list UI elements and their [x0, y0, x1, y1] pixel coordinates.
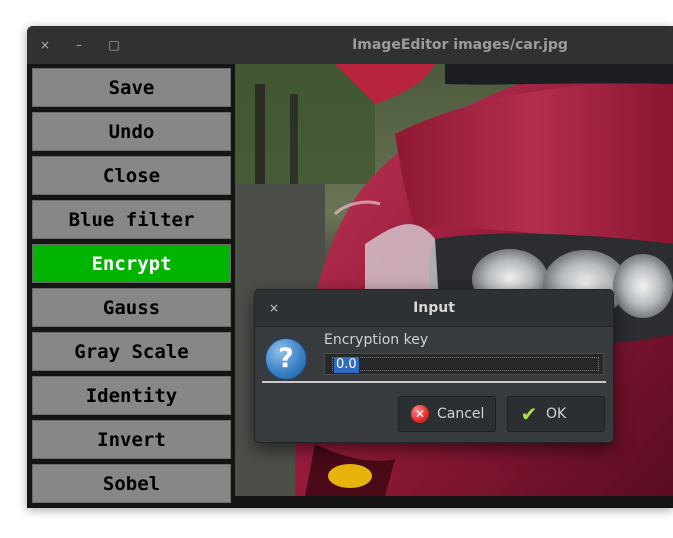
- input-focus-ring: [332, 357, 599, 371]
- cancel-label: Cancel: [437, 406, 485, 422]
- window-title: ImageEditor images/car.jpg: [352, 37, 568, 53]
- sobel-button[interactable]: Sobel: [32, 464, 231, 503]
- sidebar: Save Undo Close Blue filter Encrypt Gaus…: [27, 64, 235, 508]
- encrypt-button[interactable]: Encrypt: [32, 244, 231, 283]
- invert-button[interactable]: Invert: [32, 420, 231, 459]
- blue-filter-button[interactable]: Blue filter: [32, 200, 231, 239]
- save-button[interactable]: Save: [32, 68, 231, 107]
- input-dialog: × Input ? Encryption key 0.0 ✕ Cancel ✔ …: [254, 289, 614, 443]
- dialog-separator: [262, 381, 606, 383]
- cancel-button[interactable]: ✕ Cancel: [398, 396, 496, 432]
- ok-label: OK: [546, 406, 567, 422]
- question-icon: ?: [265, 338, 307, 380]
- encryption-key-label: Encryption key: [324, 332, 429, 348]
- ok-button[interactable]: ✔ OK: [507, 396, 605, 432]
- undo-button[interactable]: Undo: [32, 112, 231, 151]
- title-bar[interactable]: × – □ ImageEditor images/car.jpg: [27, 26, 673, 64]
- identity-button[interactable]: Identity: [32, 376, 231, 415]
- dialog-title: Input: [413, 300, 455, 316]
- checkmark-icon: ✔: [520, 402, 538, 426]
- gray-scale-button[interactable]: Gray Scale: [32, 332, 231, 371]
- close-button[interactable]: Close: [32, 156, 231, 195]
- gauss-button[interactable]: Gauss: [32, 288, 231, 327]
- bottom-strip: [235, 496, 673, 508]
- dialog-title-bar[interactable]: × Input: [255, 290, 613, 327]
- input-value: 0.0: [334, 357, 359, 373]
- cancel-icon: ✕: [411, 405, 429, 423]
- encryption-key-input[interactable]: 0.0: [324, 353, 604, 375]
